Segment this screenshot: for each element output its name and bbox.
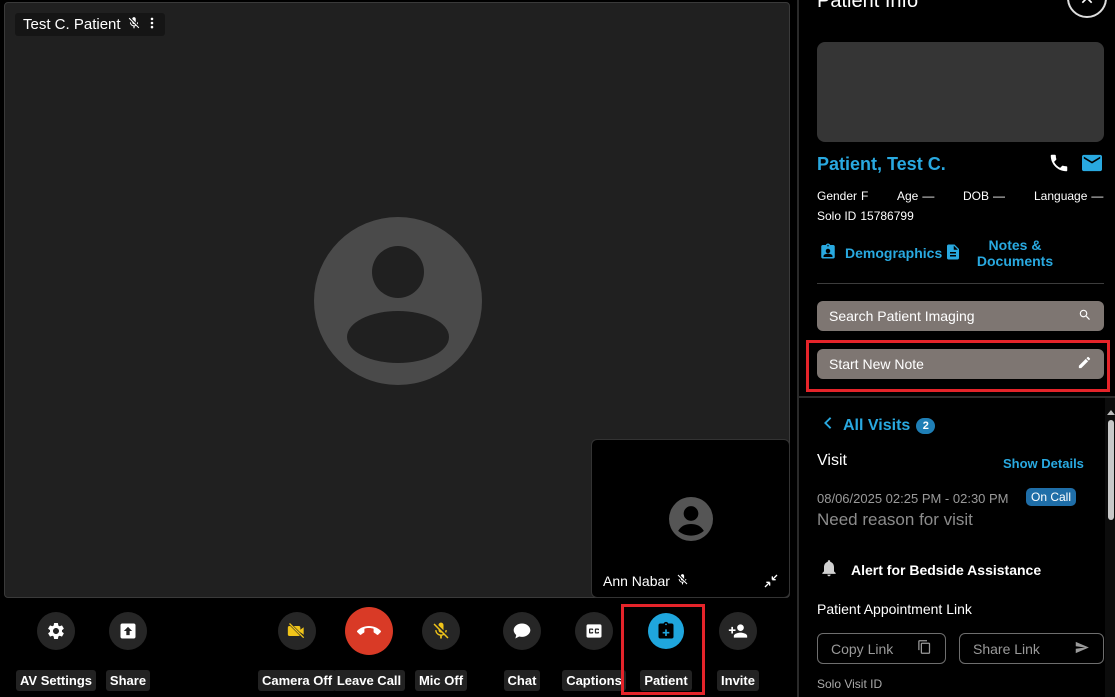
language-label: Language bbox=[1034, 189, 1088, 203]
panel-scrollbar[interactable] bbox=[1105, 398, 1115, 697]
solo-id-field: Solo ID 15786799 bbox=[817, 209, 914, 223]
visit-heading: Visit bbox=[817, 452, 847, 469]
scroll-up-icon[interactable] bbox=[1107, 402, 1115, 420]
copy-link-button[interactable]: Copy Link bbox=[817, 633, 946, 664]
visit-reason: Need reason for visit bbox=[817, 510, 973, 529]
camera-off-button[interactable]: Camera Off bbox=[257, 606, 337, 696]
dob-field: DOB — bbox=[963, 189, 1005, 203]
chat-button[interactable]: Chat bbox=[484, 606, 560, 696]
search-patient-imaging-label: Search Patient Imaging bbox=[829, 308, 975, 324]
copy-icon bbox=[917, 639, 932, 658]
mail-icon[interactable] bbox=[1081, 153, 1103, 178]
participant-name: Test C. Patient bbox=[23, 16, 121, 33]
share-link-label: Share Link bbox=[973, 640, 1040, 657]
demographics-label: Demographics bbox=[845, 244, 943, 261]
share-button[interactable]: Share bbox=[90, 606, 166, 696]
appointment-link-heading: Patient Appointment Link bbox=[817, 601, 972, 617]
bedside-alert-label: Alert for Bedside Assistance bbox=[851, 561, 1042, 578]
mic-off-icon bbox=[127, 16, 141, 34]
captions-label: Captions bbox=[562, 670, 626, 691]
share-link-button[interactable]: Share Link bbox=[959, 633, 1104, 664]
phone-hangup-icon bbox=[345, 607, 393, 655]
language-field: Language — bbox=[1034, 189, 1103, 203]
participant-name-tag: Test C. Patient bbox=[15, 13, 165, 36]
avatar-icon bbox=[314, 217, 482, 385]
copy-link-label: Copy Link bbox=[831, 640, 894, 657]
language-value: — bbox=[1091, 189, 1104, 203]
leave-call-button[interactable]: Leave Call bbox=[331, 606, 407, 696]
search-patient-imaging-button[interactable]: Search Patient Imaging bbox=[817, 301, 1104, 331]
mic-off-label: Mic Off bbox=[414, 670, 468, 691]
phone-icon[interactable] bbox=[1048, 152, 1070, 179]
close-icon[interactable] bbox=[1067, 0, 1107, 18]
av-settings-button[interactable]: AV Settings bbox=[16, 606, 96, 696]
visit-count-badge: 2 bbox=[916, 417, 936, 434]
avatar-icon bbox=[669, 497, 713, 541]
share-label: Share bbox=[105, 670, 151, 691]
patient-name: Patient, Test C. bbox=[817, 154, 946, 174]
search-icon bbox=[1078, 308, 1092, 325]
scrollbar-thumb[interactable] bbox=[1108, 420, 1114, 520]
invite-label: Invite bbox=[717, 670, 759, 691]
chat-label: Chat bbox=[503, 670, 541, 691]
share-screen-icon bbox=[109, 612, 147, 650]
camera-off-icon bbox=[278, 612, 316, 650]
more-vert-icon[interactable] bbox=[147, 16, 157, 34]
badge-icon bbox=[819, 241, 837, 264]
av-settings-label: AV Settings bbox=[16, 670, 96, 691]
section-divider bbox=[799, 396, 1115, 398]
gear-icon bbox=[37, 612, 75, 650]
person-add-icon bbox=[719, 612, 757, 650]
self-name-tag: Ann Nabar bbox=[603, 573, 689, 589]
mic-off-icon bbox=[422, 612, 460, 650]
solo-visit-id-label: Solo Visit ID bbox=[817, 677, 883, 691]
age-value: — bbox=[922, 189, 935, 203]
start-note-highlight bbox=[806, 340, 1110, 392]
participant-name: Ann Nabar bbox=[603, 573, 670, 589]
gender-label: Gender bbox=[817, 189, 858, 203]
chat-icon bbox=[503, 612, 541, 650]
age-label: Age bbox=[897, 189, 919, 203]
dob-value: — bbox=[993, 189, 1006, 203]
collapse-icon[interactable] bbox=[763, 573, 779, 589]
mic-off-icon bbox=[676, 573, 689, 589]
solo-id-label: Solo ID bbox=[817, 209, 857, 223]
patient-photo bbox=[817, 42, 1104, 142]
notes-documents-label: Notes & Documents bbox=[976, 237, 1054, 269]
gender-field: Gender F bbox=[817, 189, 868, 203]
show-details-link[interactable]: Show Details bbox=[1003, 456, 1084, 471]
document-icon bbox=[944, 241, 962, 266]
mic-off-button[interactable]: Mic Off bbox=[403, 606, 479, 696]
notes-documents-link[interactable]: Notes & Documents bbox=[944, 237, 1060, 269]
captions-icon bbox=[575, 612, 613, 650]
camera-off-label: Camera Off bbox=[257, 670, 337, 691]
gender-value: F bbox=[861, 189, 869, 203]
demographics-link[interactable]: Demographics bbox=[819, 241, 942, 264]
self-view-tile: Ann Nabar bbox=[591, 439, 790, 598]
dob-label: DOB bbox=[963, 189, 990, 203]
visit-time: 08/06/2025 02:25 PM - 02:30 PM bbox=[817, 491, 1009, 506]
age-field: Age — bbox=[897, 189, 934, 203]
status-badge: On Call bbox=[1026, 488, 1077, 506]
divider bbox=[817, 283, 1104, 284]
solo-id-value: 15786799 bbox=[860, 209, 914, 223]
patient-info-panel: Patient Info Patient, Test C. Gender F Ag… bbox=[797, 0, 1115, 697]
send-icon bbox=[1074, 640, 1090, 658]
patient-button-highlight bbox=[621, 604, 705, 695]
bedside-alert-button[interactable]: Alert for Bedside Assistance bbox=[819, 557, 1041, 582]
leave-call-label: Leave Call bbox=[332, 670, 406, 691]
all-visits-label: All Visits bbox=[843, 416, 911, 434]
panel-title: Patient Info bbox=[817, 0, 919, 12]
chevron-left-icon bbox=[823, 416, 833, 435]
bell-icon bbox=[819, 557, 839, 582]
invite-button[interactable]: Invite bbox=[700, 606, 776, 696]
all-visits-link[interactable]: All Visits 2 bbox=[823, 416, 936, 435]
